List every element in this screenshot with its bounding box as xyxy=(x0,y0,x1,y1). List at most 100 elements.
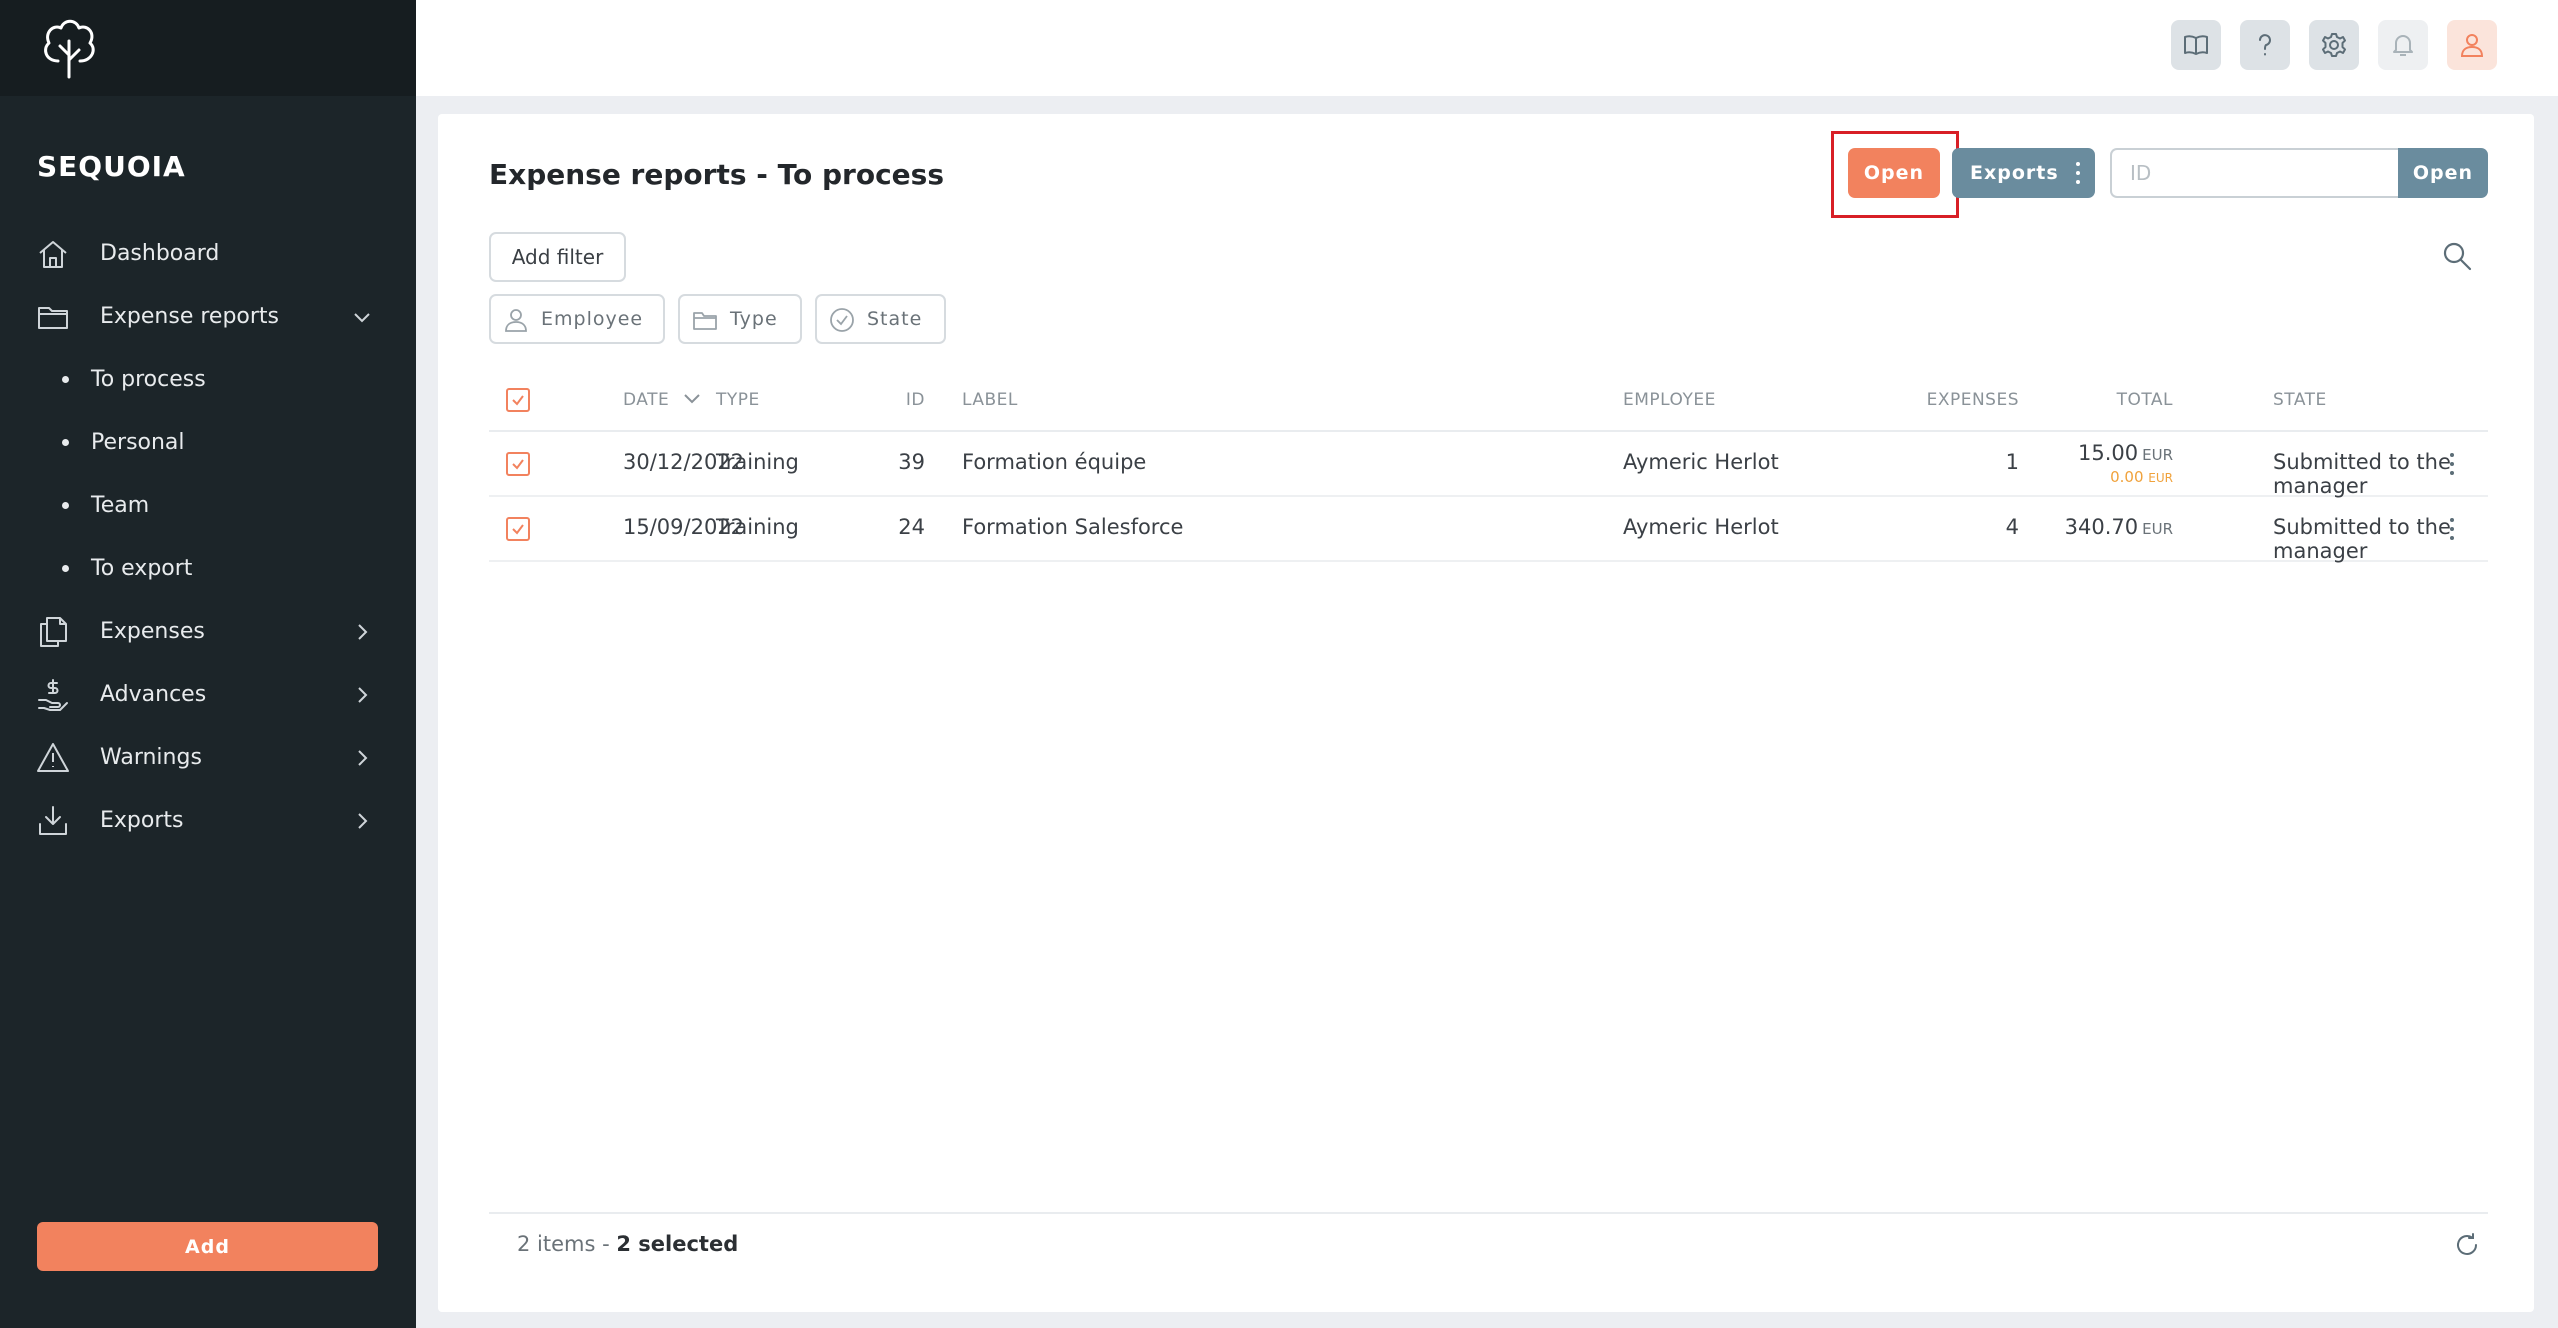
documents-icon xyxy=(40,616,67,647)
row-actions-icon[interactable] xyxy=(2449,517,2455,541)
sidebar-item-warnings[interactable]: Warnings xyxy=(0,726,416,789)
documentation-button[interactable] xyxy=(2171,20,2221,70)
table-row[interactable]: 30/12/2022 Training 39 Formation équipe … xyxy=(489,432,2488,498)
sidebar-subitem-to-process[interactable]: To process xyxy=(0,348,416,411)
check-icon xyxy=(512,524,524,535)
sidebar-item-label: Advances xyxy=(100,682,207,707)
sidebar-subitem-label: To process xyxy=(91,367,206,392)
sidebar-item-label: Exports xyxy=(100,808,184,833)
check-icon xyxy=(512,395,524,406)
home-icon xyxy=(39,240,67,268)
total-currency: EUR xyxy=(2142,520,2173,538)
cell-expenses: 4 xyxy=(2005,515,2019,539)
subtotal-amount: 0.00 xyxy=(2110,468,2144,486)
table-footer-divider xyxy=(489,1212,2488,1214)
gear-icon xyxy=(2322,33,2346,57)
user-icon xyxy=(505,309,527,332)
cell-id: 39 xyxy=(898,450,925,474)
filter-chip-type[interactable]: Type xyxy=(678,294,802,344)
brand-name: SEQUOIA xyxy=(37,150,186,183)
more-vertical-icon xyxy=(2076,162,2080,184)
total-amount: 15.00 xyxy=(2077,441,2139,465)
help-button[interactable] xyxy=(2240,20,2290,70)
check-icon xyxy=(512,459,524,470)
folder-icon xyxy=(38,306,68,329)
filter-chip-state[interactable]: State xyxy=(815,294,946,344)
chevron-right-icon xyxy=(358,749,368,766)
top-bar xyxy=(416,0,2558,96)
download-icon xyxy=(39,805,67,835)
main-card: Expense reports - To process Open Export… xyxy=(438,114,2534,1312)
cell-employee: Aymeric Herlot xyxy=(1623,450,1779,474)
total-amount: 340.70 xyxy=(2064,515,2139,539)
column-header-total: TOTAL xyxy=(2116,390,2173,410)
tree-logo-icon[interactable] xyxy=(36,15,102,81)
cell-total: 15.00 EUR xyxy=(2019,441,2173,465)
column-header-id: ID xyxy=(905,390,925,410)
bullet xyxy=(62,376,69,383)
id-open-button[interactable]: Open xyxy=(2398,148,2488,198)
cell-label: Formation Salesforce xyxy=(962,515,1184,539)
hand-coin-icon xyxy=(38,678,68,711)
cell-label: Formation équipe xyxy=(962,450,1147,474)
id-search-input[interactable] xyxy=(2110,148,2402,198)
sidebar-subitem-team[interactable]: Team xyxy=(0,474,416,537)
chevron-right-icon xyxy=(358,623,368,640)
column-header-type: TYPE xyxy=(716,390,760,410)
column-header-date[interactable]: DATE xyxy=(623,390,701,410)
notifications-button[interactable] xyxy=(2378,20,2428,70)
warning-icon xyxy=(37,742,69,772)
cell-type: Training xyxy=(716,515,799,539)
sidebar-item-dashboard[interactable]: Dashboard xyxy=(0,222,416,285)
sidebar-item-label: Warnings xyxy=(100,745,202,770)
add-button[interactable]: Add xyxy=(37,1222,378,1271)
bell-icon xyxy=(2393,35,2413,56)
sidebar-subitem-label: Team xyxy=(91,493,150,518)
add-filter-button[interactable]: Add filter xyxy=(489,232,626,282)
filter-chip-employee[interactable]: Employee xyxy=(489,294,665,344)
sidebar-subitem-to-export[interactable]: To export xyxy=(0,537,416,600)
row-checkbox[interactable] xyxy=(506,517,530,541)
total-currency: EUR xyxy=(2142,446,2173,464)
column-header-state: STATE xyxy=(2273,390,2327,410)
sidebar-item-label: Dashboard xyxy=(100,241,220,266)
sidebar-item-advances[interactable]: Advances xyxy=(0,663,416,726)
bullet xyxy=(62,565,69,572)
row-actions-icon[interactable] xyxy=(2449,452,2455,476)
book-icon xyxy=(2184,35,2208,55)
items-count-text: 2 items - xyxy=(517,1232,617,1256)
sidebar-subitem-personal[interactable]: Personal xyxy=(0,411,416,474)
cell-subtotal: 0.00 EUR xyxy=(2019,468,2173,486)
chevron-down-icon xyxy=(684,394,700,404)
user-icon xyxy=(2460,34,2484,57)
cell-state: Submitted to the manager xyxy=(2273,515,2451,563)
sidebar-item-expense-reports[interactable]: Expense reports xyxy=(0,285,416,348)
exports-label: Exports xyxy=(1970,162,2059,184)
search-icon[interactable] xyxy=(2441,240,2473,272)
column-header-label: DATE xyxy=(623,390,670,410)
help-icon xyxy=(2259,34,2271,56)
sidebar-item-exports[interactable]: Exports xyxy=(0,789,416,852)
sidebar-subitem-label: To export xyxy=(91,556,193,581)
sidebar-header xyxy=(0,0,416,96)
exports-button[interactable]: Exports xyxy=(1952,148,2095,198)
user-menu-button[interactable] xyxy=(2447,20,2497,70)
open-button[interactable]: Open xyxy=(1848,148,1940,198)
sidebar-nav: Dashboard Expense reports To process Per… xyxy=(0,222,416,852)
select-all-checkbox[interactable] xyxy=(506,388,530,412)
chevron-right-icon xyxy=(358,686,368,703)
settings-button[interactable] xyxy=(2309,20,2359,70)
cell-state: Submitted to the manager xyxy=(2273,450,2451,498)
sidebar-item-expenses[interactable]: Expenses xyxy=(0,600,416,663)
sidebar-item-label: Expenses xyxy=(100,619,205,644)
chip-label: State xyxy=(867,308,923,330)
check-circle-icon xyxy=(830,308,854,332)
sidebar: SEQUOIA Dashboard Expense reports To pro… xyxy=(0,0,416,1328)
refresh-icon[interactable] xyxy=(2454,1232,2480,1258)
row-checkbox[interactable] xyxy=(506,452,530,476)
selected-count-text: 2 selected xyxy=(616,1232,739,1256)
chip-label: Employee xyxy=(541,308,644,330)
table-row[interactable]: 15/09/2022 Training 24 Formation Salesfo… xyxy=(489,497,2488,563)
chip-label: Type xyxy=(730,308,778,330)
cell-total: 340.70 EUR xyxy=(2019,515,2173,539)
